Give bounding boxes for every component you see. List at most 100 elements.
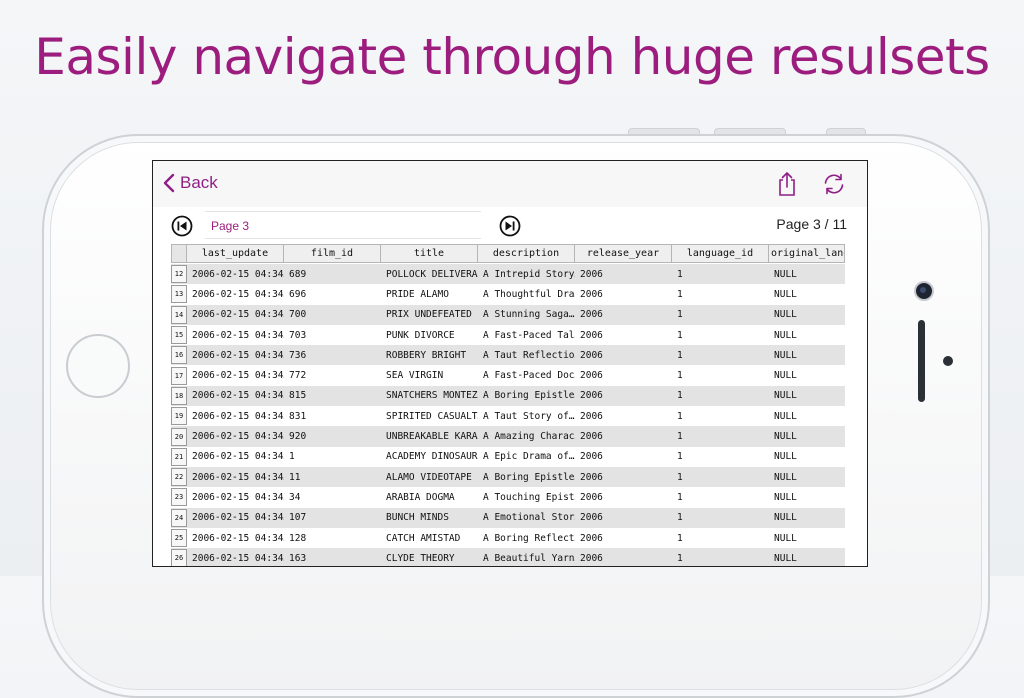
table-cell-film_id[interactable]: 703: [284, 330, 381, 341]
table-cell-last_update[interactable]: 2006-02-15 04:34…: [187, 431, 284, 442]
table-cell-film_id[interactable]: 163: [284, 553, 381, 564]
table-cell-release_year[interactable]: 2006: [575, 330, 672, 341]
table-cell-description[interactable]: A Fast-Paced Doc…: [478, 370, 575, 381]
results-grid[interactable]: last_update film_id title description re…: [171, 244, 845, 566]
table-cell-title[interactable]: PRIX UNDEFEATED: [381, 309, 478, 320]
table-cell-film_id[interactable]: 107: [284, 512, 381, 523]
table-cell-language_id[interactable]: 1: [672, 370, 769, 381]
table-cell-last_update[interactable]: 2006-02-15 04:34…: [187, 289, 284, 300]
column-header[interactable]: language_id: [672, 244, 769, 263]
table-cell-release_year[interactable]: 2006: [575, 472, 672, 483]
table-cell-description[interactable]: A Taut Story of…: [478, 411, 575, 422]
table-cell-original_lang[interactable]: NULL: [769, 330, 845, 341]
table-cell-description[interactable]: A Amazing Charac…: [478, 431, 575, 442]
table-row[interactable]: 17 2006-02-15 04:34… 772 SEA VIRGIN A Fast-P…: [171, 365, 845, 385]
table-cell-release_year[interactable]: 2006: [575, 492, 672, 503]
table-cell-film_id[interactable]: 696: [284, 289, 381, 300]
column-header[interactable]: film_id: [284, 244, 381, 263]
table-cell-title[interactable]: ACADEMY DINOSAUR: [381, 451, 478, 462]
table-cell-language_id[interactable]: 1: [672, 390, 769, 401]
table-cell-language_id[interactable]: 1: [672, 533, 769, 544]
table-row[interactable]: 12 2006-02-15 04:34… 689 POLLOCK DELIVERA… A…: [171, 264, 845, 285]
table-cell-language_id[interactable]: 1: [672, 451, 769, 462]
table-cell-last_update[interactable]: 2006-02-15 04:34…: [187, 492, 284, 503]
table-row[interactable]: 14 2006-02-15 04:34… 700 PRIX UNDEFEATED A S…: [171, 304, 845, 325]
table-cell-description[interactable]: A Epic Drama of…: [478, 451, 575, 462]
skip-to-first-icon[interactable]: [171, 215, 193, 237]
table-cell-title[interactable]: SEA VIRGIN: [381, 370, 478, 381]
table-cell-description[interactable]: A Stunning Saga…: [478, 309, 575, 320]
table-cell-original_lang[interactable]: NULL: [769, 289, 845, 300]
table-cell-original_lang[interactable]: NULL: [769, 512, 845, 523]
table-row[interactable]: 18 2006-02-15 04:34… 815 SNATCHERS MONTEZ… A…: [171, 385, 845, 407]
table-cell-last_update[interactable]: 2006-02-15 04:34…: [187, 350, 284, 361]
share-icon[interactable]: [774, 171, 800, 197]
table-cell-description[interactable]: A Boring Epistle…: [478, 390, 575, 401]
table-cell-film_id[interactable]: 700: [284, 309, 381, 320]
table-cell-description[interactable]: A Touching Epist…: [478, 492, 575, 503]
table-row[interactable]: 25 2006-02-15 04:34… 128 CATCH AMISTAD A Bor…: [171, 528, 845, 548]
table-cell-film_id[interactable]: 772: [284, 370, 381, 381]
table-cell-film_id[interactable]: 34: [284, 492, 381, 503]
table-cell-release_year[interactable]: 2006: [575, 533, 672, 544]
table-cell-title[interactable]: CATCH AMISTAD: [381, 533, 478, 544]
table-cell-release_year[interactable]: 2006: [575, 289, 672, 300]
column-header[interactable]: last_update: [187, 244, 284, 263]
table-cell-language_id[interactable]: 1: [672, 411, 769, 422]
table-cell-release_year[interactable]: 2006: [575, 309, 672, 320]
table-cell-title[interactable]: SPIRITED CASUALT…: [381, 411, 478, 422]
table-cell-language_id[interactable]: 1: [672, 350, 769, 361]
table-row[interactable]: 26 2006-02-15 04:34… 163 CLYDE THEORY A Beau…: [171, 548, 845, 566]
table-cell-release_year[interactable]: 2006: [575, 350, 672, 361]
table-cell-release_year[interactable]: 2006: [575, 269, 672, 280]
table-cell-last_update[interactable]: 2006-02-15 04:34…: [187, 370, 284, 381]
table-cell-last_update[interactable]: 2006-02-15 04:34…: [187, 330, 284, 341]
table-cell-film_id[interactable]: 831: [284, 411, 381, 422]
table-cell-title[interactable]: ROBBERY BRIGHT: [381, 350, 478, 361]
table-cell-language_id[interactable]: 1: [672, 309, 769, 320]
table-cell-film_id[interactable]: 1: [284, 451, 381, 462]
table-cell-title[interactable]: UNBREAKABLE KARA…: [381, 431, 478, 442]
table-cell-title[interactable]: BUNCH MINDS: [381, 512, 478, 523]
skip-to-next-icon[interactable]: [499, 215, 521, 237]
table-cell-original_lang[interactable]: NULL: [769, 451, 845, 462]
table-cell-title[interactable]: CLYDE THEORY: [381, 553, 478, 564]
refresh-icon[interactable]: [821, 171, 847, 197]
table-row[interactable]: 15 2006-02-15 04:34… 703 PUNK DIVORCE A Fast…: [171, 325, 845, 345]
table-cell-title[interactable]: SNATCHERS MONTEZ…: [381, 390, 478, 401]
table-cell-last_update[interactable]: 2006-02-15 04:34…: [187, 451, 284, 462]
table-cell-title[interactable]: ARABIA DOGMA: [381, 492, 478, 503]
back-button[interactable]: Back: [163, 173, 218, 193]
table-cell-title[interactable]: PUNK DIVORCE: [381, 330, 478, 341]
table-cell-film_id[interactable]: 11: [284, 472, 381, 483]
table-cell-language_id[interactable]: 1: [672, 553, 769, 564]
table-cell-original_lang[interactable]: NULL: [769, 411, 845, 422]
table-cell-release_year[interactable]: 2006: [575, 512, 672, 523]
table-cell-last_update[interactable]: 2006-02-15 04:34…: [187, 390, 284, 401]
table-cell-last_update[interactable]: 2006-02-15 04:34…: [187, 472, 284, 483]
table-cell-description[interactable]: A Boring Reflect…: [478, 533, 575, 544]
table-cell-film_id[interactable]: 736: [284, 350, 381, 361]
table-row[interactable]: 21 2006-02-15 04:34… 1 ACADEMY DINOSAUR A Ep…: [171, 447, 845, 467]
table-cell-original_lang[interactable]: NULL: [769, 431, 845, 442]
home-button[interactable]: [66, 334, 130, 398]
table-cell-release_year[interactable]: 2006: [575, 553, 672, 564]
table-cell-description[interactable]: A Intrepid Story…: [478, 269, 575, 280]
table-cell-original_lang[interactable]: NULL: [769, 370, 845, 381]
table-cell-original_lang[interactable]: NULL: [769, 533, 845, 544]
table-cell-language_id[interactable]: 1: [672, 492, 769, 503]
table-cell-last_update[interactable]: 2006-02-15 04:34…: [187, 512, 284, 523]
table-cell-original_lang[interactable]: NULL: [769, 350, 845, 361]
column-header[interactable]: title: [381, 244, 478, 263]
table-cell-language_id[interactable]: 1: [672, 431, 769, 442]
table-cell-last_update[interactable]: 2006-02-15 04:34…: [187, 553, 284, 564]
page-input[interactable]: Page 3: [205, 211, 481, 239]
table-row[interactable]: 20 2006-02-15 04:34… 920 UNBREAKABLE KARA… A…: [171, 426, 845, 447]
table-cell-language_id[interactable]: 1: [672, 330, 769, 341]
table-cell-original_lang[interactable]: NULL: [769, 472, 845, 483]
table-cell-title[interactable]: POLLOCK DELIVERA…: [381, 269, 478, 280]
table-cell-release_year[interactable]: 2006: [575, 411, 672, 422]
table-row[interactable]: 23 2006-02-15 04:34… 34 ARABIA DOGMA A Touch…: [171, 487, 845, 507]
column-header[interactable]: original_lang: [769, 244, 845, 263]
table-row[interactable]: 22 2006-02-15 04:34… 11 ALAMO VIDEOTAPE A Bo…: [171, 466, 845, 488]
